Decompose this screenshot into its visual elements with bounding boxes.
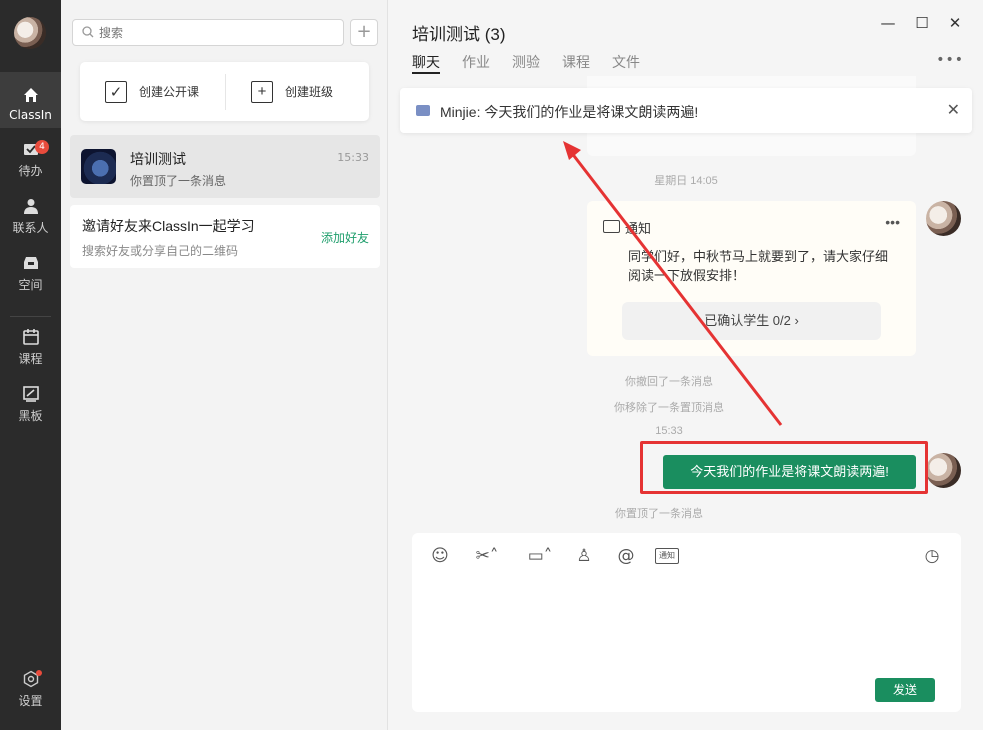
conversation-preview: 你置顶了一条消息 xyxy=(130,174,227,188)
conversation-time: 15:33 xyxy=(337,151,369,164)
system-message: 你置顶了一条消息 xyxy=(615,508,703,520)
chat-panel: 培训测试 (3) — ☐ ✕ 聊天 作业 测验 课程 文件 ••• Minjie… xyxy=(389,0,983,730)
notice-icon xyxy=(603,220,620,233)
pinned-message-banner[interactable]: Minjie: 今天我们的作业是将课文朗读两遍! ✕ xyxy=(400,88,972,133)
minimize-button[interactable]: — xyxy=(879,14,897,32)
plus-box-icon: + xyxy=(251,80,273,103)
tab-quiz[interactable]: 测验 xyxy=(512,52,540,74)
nav-label: 联系人 xyxy=(12,221,49,235)
group-avatar xyxy=(81,149,116,184)
conversation-name: 培训测试 xyxy=(130,151,186,167)
home-icon xyxy=(23,88,38,102)
checkbox-icon: ✓ xyxy=(105,80,127,103)
notice-tool-icon[interactable]: 通知 xyxy=(655,548,679,564)
annotation-highlight-box xyxy=(640,441,928,494)
maximize-icon: ☐ xyxy=(915,14,929,32)
tab-chat[interactable]: 聊天 xyxy=(412,52,440,74)
nav-label: ClassIn xyxy=(9,108,52,122)
add-button[interactable]: + xyxy=(350,19,378,46)
tab-course[interactable]: 课程 xyxy=(562,52,590,74)
create-class-label: 创建班级 xyxy=(285,85,334,99)
create-public-course-label: 创建公开课 xyxy=(139,85,200,99)
invite-card: 邀请好友来ClassIn一起学习 搜索好友或分享自己的二维码 添加好友 xyxy=(70,205,380,268)
history-icon[interactable]: ◷ xyxy=(920,545,944,567)
notice-body: 同学们好，中秋节马上就要到了，请大家仔细阅读一下放假安排！ xyxy=(628,249,889,283)
nav-label: 设置 xyxy=(18,694,43,708)
blackboard-icon xyxy=(22,386,39,402)
quick-actions: ✓ 创建公开课 + 创建班级 xyxy=(80,62,369,121)
more-options-icon[interactable]: ••• xyxy=(936,52,964,68)
box-icon xyxy=(23,257,38,269)
actions-divider xyxy=(225,74,226,110)
chat-tabs: 聊天 作业 测验 课程 文件 xyxy=(412,52,640,74)
close-pin-icon[interactable]: ✕ xyxy=(947,100,960,120)
mention-icon[interactable]: @ xyxy=(614,545,638,567)
nav-label: 空间 xyxy=(18,278,43,292)
timestamp: 15:33 xyxy=(655,425,683,437)
nav-label: 课程 xyxy=(18,352,43,366)
nav-label: 待办 xyxy=(18,164,43,178)
screenshot-icon[interactable]: ✂˄ xyxy=(470,545,504,567)
nav-blackboard[interactable]: 黑板 xyxy=(0,385,61,424)
notice-card[interactable]: 通知 ••• 同学们好，中秋节马上就要到了，请大家仔细阅读一下放假安排！ 已确认… xyxy=(587,201,916,356)
tab-files[interactable]: 文件 xyxy=(612,52,640,74)
left-nav-bar: ClassIn 4 待办 联系人 空间 课程 黑板 设置 xyxy=(0,0,61,730)
emoji-icon[interactable]: ☺ xyxy=(428,545,452,567)
invite-subtitle: 搜索好友或分享自己的二维码 xyxy=(82,244,239,258)
close-icon: ✕ xyxy=(948,14,962,32)
close-window-button[interactable]: ✕ xyxy=(946,14,964,32)
nav-settings[interactable]: 设置 xyxy=(0,670,61,709)
add-friend-link[interactable]: 添加好友 xyxy=(321,229,369,246)
system-message: 你撤回了一条消息 xyxy=(625,376,713,388)
notice-more-icon[interactable]: ••• xyxy=(885,214,900,230)
conversation-list-panel: + ✓ 创建公开课 + 创建班级 培训测试 你置顶了一条消息 15:33 邀请好… xyxy=(61,0,388,730)
send-button[interactable]: 发送 xyxy=(875,678,935,702)
pinned-message-text: Minjie: 今天我们的作业是将课文朗读两遍! xyxy=(440,104,699,120)
tab-homework[interactable]: 作业 xyxy=(462,52,490,74)
create-public-course-button[interactable]: ✓ 创建公开课 xyxy=(105,62,199,121)
conversation-item[interactable]: 培训测试 你置顶了一条消息 15:33 xyxy=(70,135,380,198)
settings-notify-dot xyxy=(36,670,42,676)
timestamp: 星期日 14:05 xyxy=(654,175,718,187)
folder-icon[interactable]: ▭˄ xyxy=(522,545,558,567)
chat-title: 培训测试 (3) xyxy=(412,25,506,44)
sender-avatar[interactable] xyxy=(926,201,961,236)
search-icon xyxy=(82,26,94,38)
contact-card-icon[interactable]: ♙ xyxy=(572,545,596,567)
nav-space[interactable]: 空间 xyxy=(0,254,61,293)
sender-avatar[interactable] xyxy=(926,453,961,488)
nav-course[interactable]: 课程 xyxy=(0,328,61,367)
user-avatar[interactable] xyxy=(14,17,46,49)
plus-icon: + xyxy=(356,21,372,42)
nav-classin[interactable]: ClassIn xyxy=(0,72,61,128)
nav-contacts[interactable]: 联系人 xyxy=(0,197,61,236)
minimize-icon: — xyxy=(880,14,896,32)
nav-todo[interactable]: 4 待办 xyxy=(0,140,61,179)
notice-title: 通知 xyxy=(625,221,652,236)
nav-divider xyxy=(10,316,51,317)
nav-label: 黑板 xyxy=(18,409,43,423)
message-composer[interactable]: ☺ ✂˄ ▭˄ ♙ @ 通知 ◷ 发送 xyxy=(412,533,961,712)
person-icon xyxy=(23,199,38,214)
maximize-button[interactable]: ☐ xyxy=(913,14,931,32)
create-class-button[interactable]: + 创建班级 xyxy=(251,62,333,121)
message-icon xyxy=(416,105,430,116)
invite-title: 邀请好友来ClassIn一起学习 xyxy=(82,218,255,234)
calendar-icon xyxy=(22,329,39,345)
todo-badge: 4 xyxy=(35,140,49,154)
system-message: 你移除了一条置顶消息 xyxy=(614,402,724,414)
search-input[interactable] xyxy=(72,19,344,46)
confirmed-students-button[interactable]: 已确认学生 0/2 › xyxy=(622,302,881,340)
